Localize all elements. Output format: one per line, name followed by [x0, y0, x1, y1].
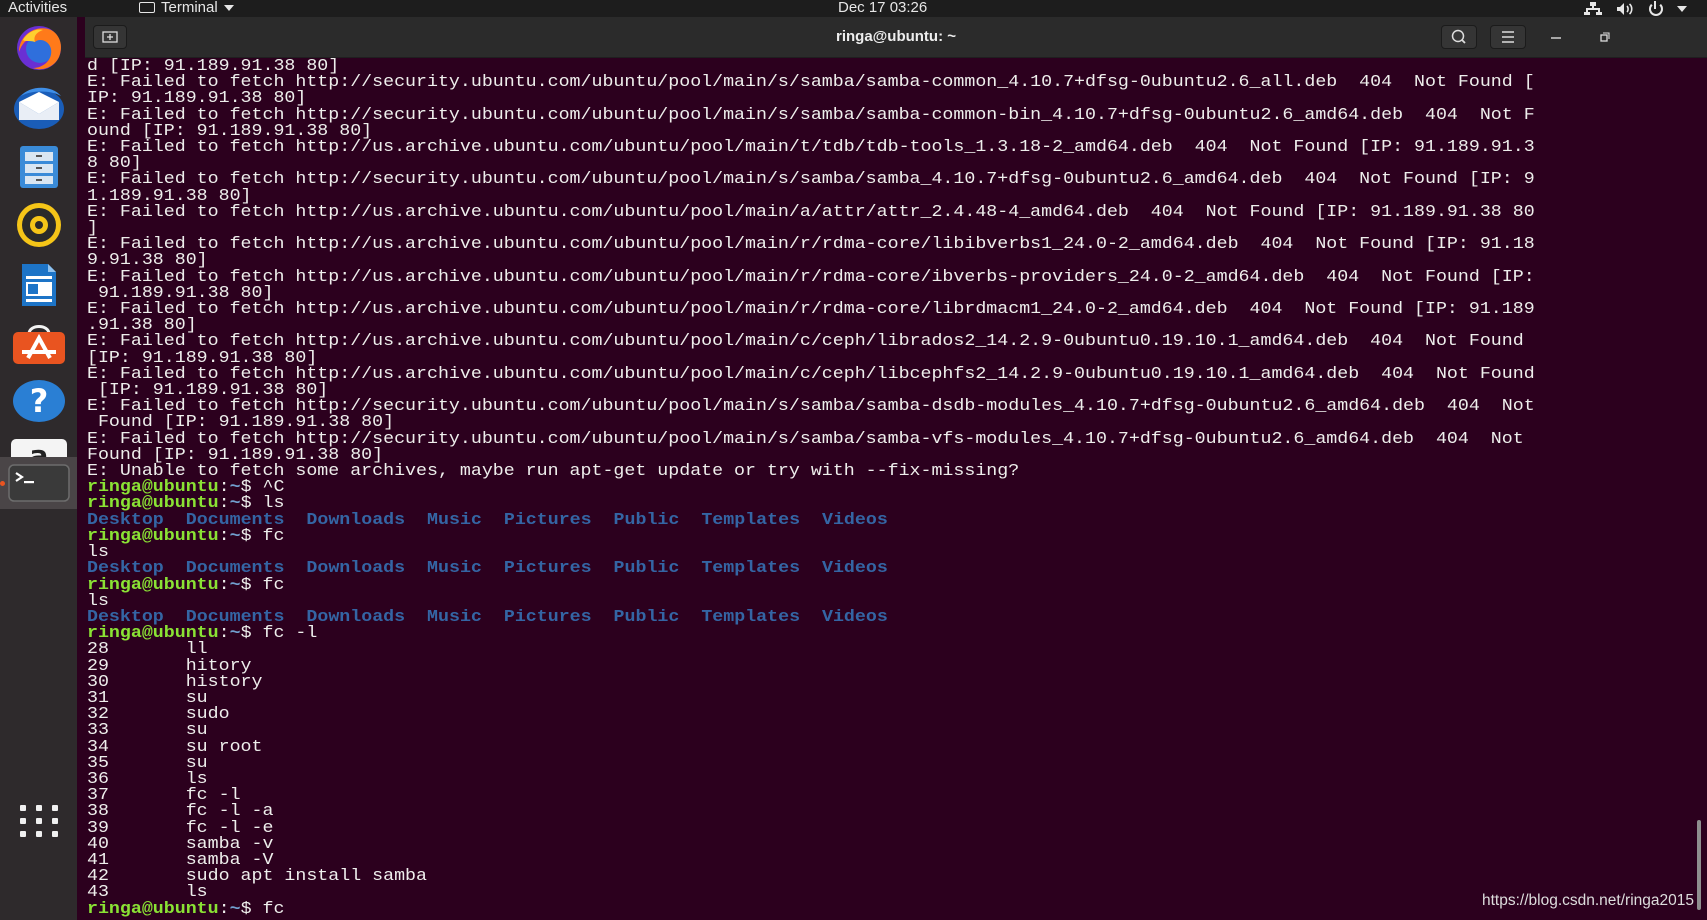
- terminal-line: ringa@ubuntu:~$ fc: [87, 574, 285, 594]
- directory-entry: Music: [427, 509, 482, 529]
- directory-entry: Videos: [821, 606, 888, 626]
- terminal-view[interactable]: d [IP: 91.189.91.38 80] E: Failed to fet…: [85, 58, 1690, 920]
- search-icon: [1451, 29, 1466, 44]
- prompt-user: ringa@ubuntu: [87, 898, 219, 918]
- hamburger-menu-button[interactable]: [1490, 25, 1526, 49]
- output-text: E: Failed to fetch http://us.archive.ubu…: [87, 201, 1535, 221]
- minimize-icon: [1551, 37, 1561, 39]
- directory-entry: Downloads: [306, 558, 406, 578]
- terminal-line: E: Failed to fetch http://us.archive.ubu…: [87, 299, 1535, 318]
- volume-icon: [1616, 2, 1635, 16]
- directory-entry: Downloads: [306, 509, 406, 529]
- terminal-line: E: Failed to fetch http://security.ubunt…: [87, 169, 1535, 188]
- dock-item-rhythmbox[interactable]: [5, 197, 73, 253]
- thunderbird-icon: [14, 87, 64, 129]
- directory-entry: Music: [427, 606, 482, 626]
- window-headerbar[interactable]: ringa@ubuntu: ~: [85, 17, 1707, 58]
- top-bar: Activities Terminal Dec 17 03:26: [0, 0, 1707, 17]
- output-text: E: Failed to fetch http://us.archive.ubu…: [87, 299, 1535, 319]
- directory-entry: Public: [613, 558, 680, 578]
- power-icon: [1649, 0, 1663, 16]
- terminal-icon: [7, 464, 70, 502]
- hamburger-icon: [1502, 31, 1514, 43]
- command-text: fc -l: [262, 623, 318, 643]
- grid-icon: [20, 805, 58, 837]
- app-menu[interactable]: Terminal: [139, 0, 234, 16]
- terminal-small-icon: [139, 2, 155, 13]
- chevron-down-icon: [223, 4, 234, 11]
- dock-item-help[interactable]: ?: [5, 373, 73, 429]
- chevron-down-icon: [1677, 5, 1687, 12]
- network-icon: [1584, 2, 1602, 15]
- prompt-path: ~: [229, 525, 241, 545]
- scrollbar[interactable]: [1697, 820, 1701, 910]
- firefox-icon: [17, 26, 61, 70]
- watermark-url: https://blog.csdn.net/ringa2015: [1482, 892, 1694, 909]
- directory-entry: Videos: [821, 509, 888, 529]
- directory-entry: Templates: [701, 606, 801, 626]
- terminal-output: d [IP: 91.189.91.38 80] E: Failed to fet…: [87, 58, 1535, 917]
- directory-entry: Public: [613, 606, 680, 626]
- dock: ? a: [0, 17, 77, 920]
- new-tab-button[interactable]: [93, 25, 127, 49]
- ubuntu-software-icon: [13, 325, 65, 364]
- directory-entry: Templates: [701, 509, 801, 529]
- system-tray[interactable]: [1584, 0, 1687, 16]
- prompt-path: ~: [229, 898, 241, 918]
- directory-entry: Templates: [701, 558, 801, 578]
- rhythmbox-icon: [17, 203, 61, 247]
- clock[interactable]: Dec 17 03:26: [838, 0, 927, 16]
- terminal-line: E: Failed to fetch http://us.archive.ubu…: [87, 137, 1535, 156]
- directory-entry: Public: [613, 509, 680, 529]
- maximize-button[interactable]: [1591, 25, 1617, 49]
- app-menu-label: Terminal: [161, 0, 218, 16]
- files-icon: [20, 146, 58, 188]
- command-text: fc: [262, 574, 285, 594]
- svg-text:?: ?: [30, 382, 49, 420]
- prompt-path: ~: [229, 574, 241, 594]
- show-applications-button[interactable]: [5, 793, 73, 849]
- directory-entry: Videos: [821, 558, 888, 578]
- output-text: E: Failed to fetch http://security.ubunt…: [87, 169, 1535, 189]
- command-text: fc: [262, 898, 285, 918]
- terminal-line: E: Failed to fetch http://us.archive.ubu…: [87, 267, 1535, 286]
- dock-item-firefox[interactable]: [5, 20, 73, 76]
- search-button[interactable]: [1441, 25, 1477, 49]
- directory-entry: Pictures: [503, 509, 592, 529]
- terminal-line: ringa@ubuntu:~$ fc: [87, 898, 285, 918]
- directory-entry: Downloads: [306, 606, 406, 626]
- output-text: E: Failed to fetch http://us.archive.ubu…: [87, 137, 1535, 157]
- new-tab-icon: [102, 31, 118, 43]
- directory-entry: Music: [427, 558, 482, 578]
- output-text: E: Failed to fetch http://us.archive.ubu…: [87, 234, 1535, 254]
- directory-entry: Pictures: [503, 606, 592, 626]
- directory-entry: Pictures: [503, 558, 592, 578]
- dock-item-terminal[interactable]: [0, 457, 77, 509]
- minimize-button[interactable]: [1543, 25, 1569, 49]
- output-text: E: Failed to fetch http://us.archive.ubu…: [87, 266, 1535, 286]
- activities-button[interactable]: Activities: [8, 0, 67, 16]
- help-icon: ?: [13, 380, 65, 422]
- running-indicator: [0, 481, 5, 486]
- restore-icon: [1600, 32, 1610, 42]
- prompt-path: ~: [229, 623, 241, 643]
- writer-icon: [22, 264, 56, 306]
- dock-item-files[interactable]: [5, 139, 73, 195]
- terminal-line: E: Failed to fetch http://us.archive.ubu…: [87, 202, 1535, 221]
- dock-item-thunderbird[interactable]: [5, 79, 73, 135]
- dock-item-ubuntu-software[interactable]: [5, 315, 73, 371]
- dock-item-writer[interactable]: [5, 257, 73, 313]
- command-text: fc: [262, 525, 285, 545]
- desktop: Activities Terminal Dec 17 03:26 ? a rin…: [0, 0, 1707, 920]
- terminal-line: E: Failed to fetch http://us.archive.ubu…: [87, 234, 1535, 253]
- terminal-line: ringa@ubuntu:~$ fc: [87, 525, 285, 545]
